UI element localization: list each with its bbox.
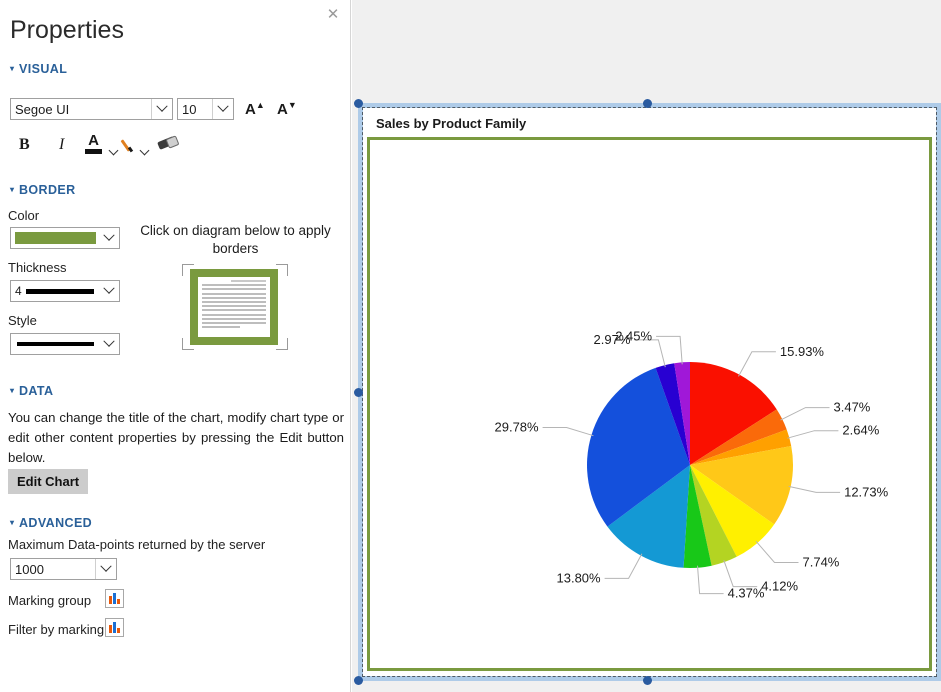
chevron-down-icon (99, 228, 119, 248)
pie-chart[interactable]: 15.93% 3.47% 2.64% 12.73% 7.74% 4.12%4.37% 13.… (370, 140, 929, 668)
pie-slice-label: 4.12% (761, 579, 798, 594)
thickness-preview (25, 288, 94, 294)
chevron-down-icon (151, 99, 172, 119)
highlight-chevron-down-icon[interactable] (139, 141, 150, 159)
pie-slice-label: 15.93% (780, 344, 825, 359)
report-canvas[interactable]: Sales by Product Family 15.93% 3.47% 2.64%… (352, 0, 941, 692)
pie-slice-label: 12.73% (844, 484, 889, 499)
resize-handle-top-center[interactable] (643, 99, 652, 108)
collapse-triangle-icon: ▾ (10, 518, 15, 527)
edit-chart-button[interactable]: Edit Chart (8, 469, 89, 494)
section-label-border: BORDER (19, 183, 76, 197)
border-hint-text: Click on diagram below to apply borders (140, 223, 331, 256)
italic-icon[interactable]: I (59, 136, 64, 154)
filter-by-marking-label: Filter by marking (8, 622, 105, 637)
chevron-down-icon (99, 281, 119, 301)
marking-group-label: Marking group (8, 593, 92, 608)
border-style-label: Style (8, 313, 37, 328)
color-swatch (15, 232, 96, 244)
thickness-value: 4 (15, 284, 22, 298)
pie-leader-line (723, 560, 758, 588)
pie-leader-line (656, 335, 683, 365)
style-preview (17, 342, 94, 346)
filter-by-marking-bar-chart-icon[interactable] (105, 618, 124, 637)
data-description: You can change the title of the chart, m… (8, 410, 344, 465)
font-color-letter: A (88, 132, 99, 149)
section-header-data[interactable]: ▾ DATA (10, 384, 53, 398)
properties-panel: ✕ Properties ▾ VISUAL Segoe UI 10 A▲ A▼ B… (0, 0, 351, 692)
marking-group-bar-chart-icon[interactable] (105, 589, 124, 608)
collapse-triangle-icon: ▾ (10, 386, 15, 395)
bold-icon[interactable]: B (19, 136, 30, 154)
border-thickness-select[interactable]: 4 (10, 280, 120, 302)
font-color-chevron-down-icon[interactable] (108, 141, 119, 159)
pie-leader-line (738, 351, 776, 377)
font-size-value: 10 (182, 101, 197, 117)
font-family-select[interactable]: Segoe UI (10, 98, 173, 120)
pie-slice-label: 2.64% (842, 423, 879, 438)
chart-plot-area[interactable]: 15.93% 3.47% 2.64% 12.73% 7.74% 4.12% 4.37% 13.… (367, 137, 932, 671)
chevron-down-icon (95, 559, 116, 579)
close-icon[interactable]: ✕ (324, 6, 342, 24)
pie-leader-line (542, 427, 594, 437)
max-datapoints-label: Maximum Data-points returned by the serv… (8, 537, 266, 552)
border-thickness-label: Thickness (8, 260, 67, 275)
max-datapoints-value: 1000 (15, 561, 44, 577)
border-preview-page (198, 277, 270, 337)
chart-selection-wrapper[interactable]: Sales by Product Family 15.93% 3.47% 2.64%… (354, 99, 941, 685)
increase-font-letter: A (245, 101, 256, 118)
section-label-visual: VISUAL (19, 62, 68, 76)
border-color-label: Color (8, 208, 40, 223)
pie-leader-line (697, 565, 724, 595)
max-datapoints-select[interactable]: 1000 (10, 558, 117, 580)
highlight-pen-icon[interactable] (122, 138, 136, 157)
decrease-font-letter: A (277, 101, 288, 118)
pie-leader-line (634, 339, 666, 368)
chevron-down-icon (99, 334, 119, 354)
border-color-select[interactable] (10, 227, 120, 249)
section-header-advanced[interactable]: ▾ ADVANCED (10, 516, 92, 530)
pie-slice-label: 4.37% (728, 586, 765, 601)
application-window: ✕ Properties ▾ VISUAL Segoe UI 10 A▲ A▼ B… (0, 0, 941, 692)
pie-slice-label: 13.80% (557, 570, 602, 585)
increase-font-size-icon[interactable]: A▲ (245, 100, 265, 118)
section-label-advanced: ADVANCED (19, 516, 93, 530)
eraser-icon[interactable] (158, 137, 178, 156)
pie-slice-label: 3.47% (834, 400, 871, 415)
section-header-border[interactable]: ▾ BORDER (10, 183, 76, 197)
font-color-icon[interactable]: A (85, 132, 102, 154)
pie-leader-line (787, 430, 839, 439)
pie-slice-label: 7.74% (803, 555, 840, 570)
collapse-triangle-icon: ▾ (10, 185, 15, 194)
pie-slice-label: 2.45% (615, 328, 652, 343)
chart-container[interactable]: Sales by Product Family 15.93% 3.47% 2.64%… (363, 108, 936, 676)
chevron-down-icon (212, 99, 233, 119)
section-header-visual[interactable]: ▾ VISUAL (10, 62, 67, 76)
pie-leader-line (755, 540, 799, 563)
pie-slice-label: 29.78% (495, 420, 540, 435)
resize-handle-middle-left[interactable] (354, 388, 363, 397)
section-label-data: DATA (19, 384, 54, 398)
font-family-value: Segoe UI (15, 101, 70, 117)
border-preview-frame[interactable] (190, 269, 278, 345)
page-title: Properties (10, 16, 124, 44)
decrease-font-size-icon[interactable]: A▼ (277, 100, 297, 118)
resize-handle-top-left[interactable] (354, 99, 363, 108)
border-preview-diagram[interactable] (182, 264, 288, 350)
pie-leader-line (604, 553, 643, 579)
border-style-select[interactable] (10, 333, 120, 355)
resize-handle-bottom-left[interactable] (354, 676, 363, 685)
pie-leader-line (788, 485, 841, 493)
resize-handle-bottom-center[interactable] (643, 676, 652, 685)
pie-leader-line (780, 407, 830, 421)
font-size-select[interactable]: 10 (177, 98, 234, 120)
collapse-triangle-icon: ▾ (10, 64, 15, 73)
chart-title: Sales by Product Family (376, 116, 527, 131)
